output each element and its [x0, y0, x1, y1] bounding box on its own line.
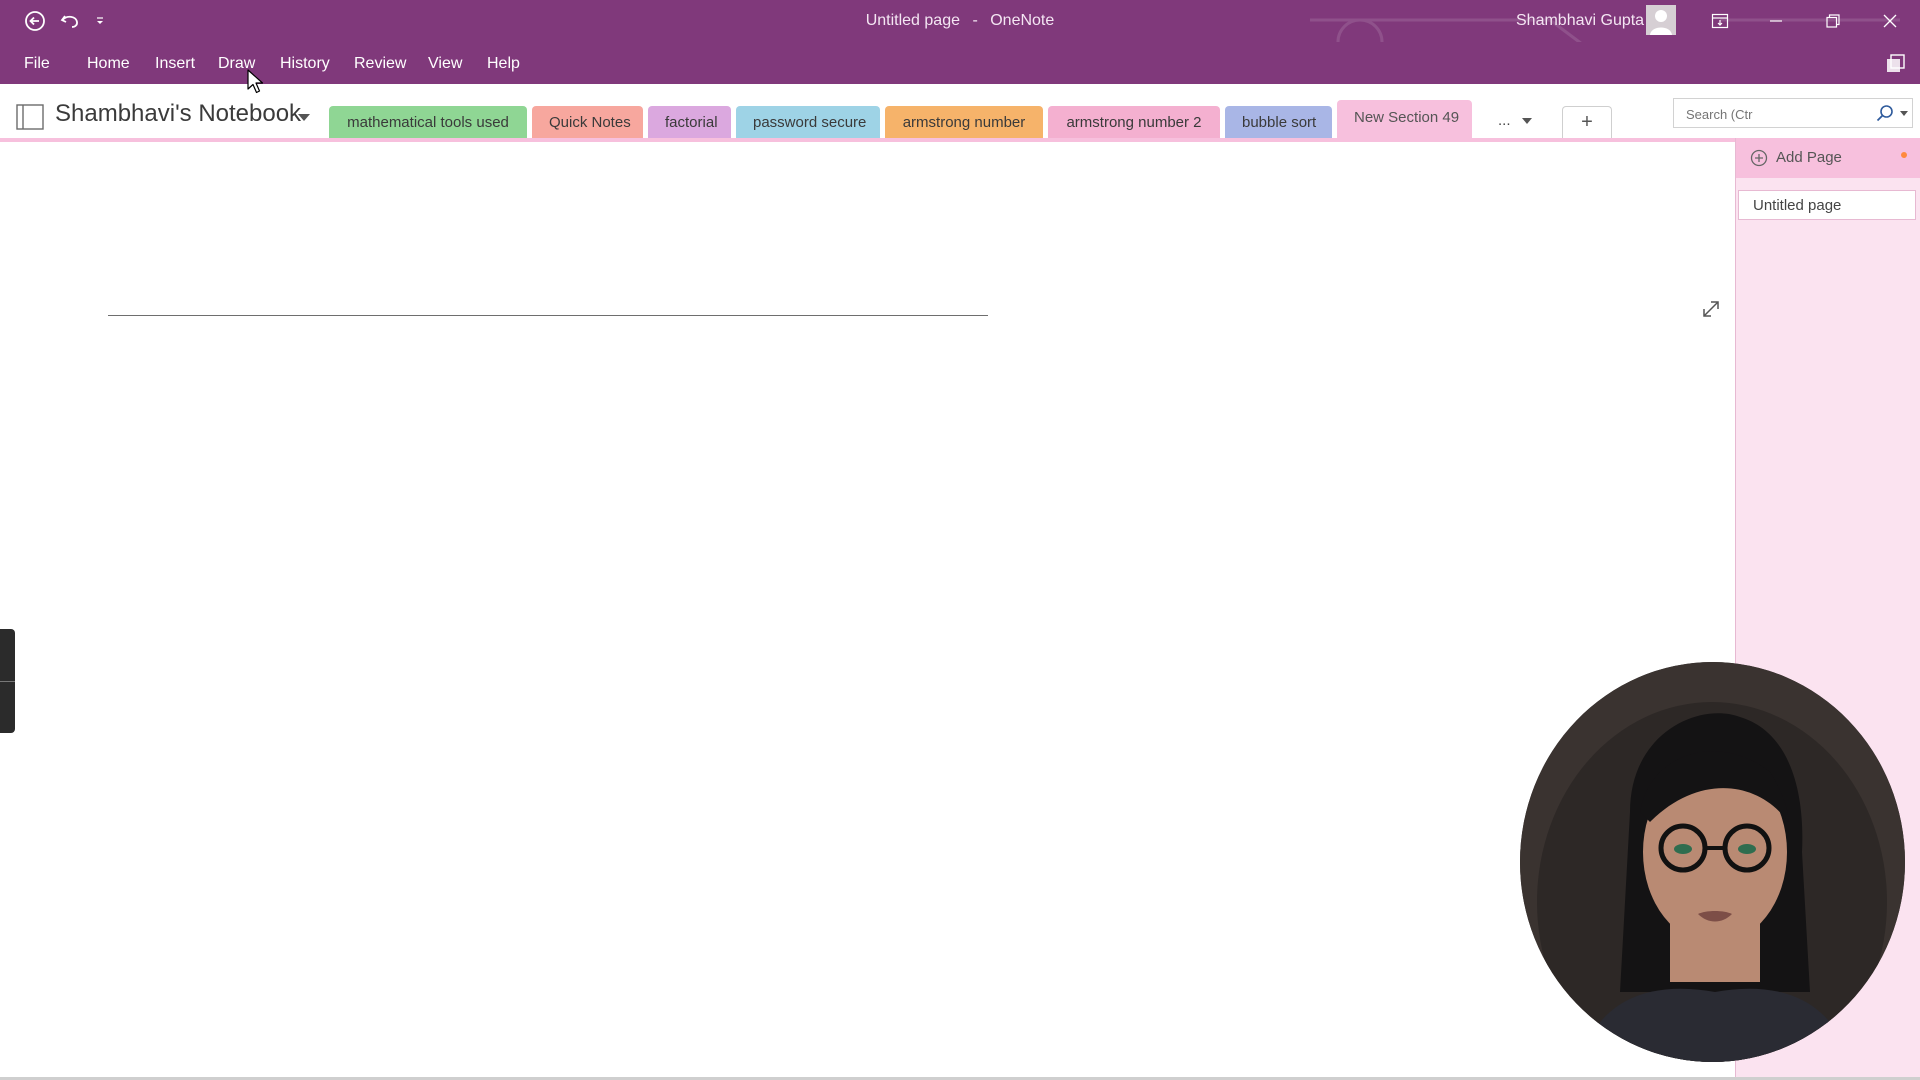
close-icon — [1883, 14, 1897, 28]
section-bar: Shambhavi's Notebook mathematical tools … — [0, 84, 1920, 138]
full-page-view-icon[interactable] — [1884, 52, 1908, 76]
search-box — [1673, 98, 1913, 128]
app-name: OneNote — [990, 12, 1055, 29]
menu-insert[interactable]: Insert — [155, 42, 195, 84]
title-bar: Untitled page - OneNote Shambhavi Gupta — [0, 0, 1920, 102]
ribbon-display-icon — [1711, 13, 1729, 29]
add-page-label: Add Page — [1776, 149, 1842, 166]
add-page-plus-icon — [1750, 149, 1768, 167]
section-tab[interactable]: factorial — [648, 106, 731, 138]
more-sections-caret-icon[interactable] — [1522, 118, 1532, 124]
menu-file[interactable]: File — [24, 42, 50, 84]
search-scope-dropdown-icon[interactable] — [1900, 111, 1908, 116]
minimize-button[interactable] — [1748, 0, 1804, 42]
handle-divider — [0, 681, 15, 682]
notebook-dropdown-icon[interactable] — [298, 114, 310, 121]
page-canvas[interactable] — [0, 142, 1735, 1080]
minimize-icon — [1770, 20, 1782, 22]
more-sections-button[interactable]: ... — [1498, 112, 1511, 129]
menu-home[interactable]: Home — [87, 42, 130, 84]
page-list-item[interactable]: Untitled page — [1738, 190, 1916, 220]
expand-icon[interactable] — [1700, 298, 1722, 320]
close-button[interactable] — [1862, 0, 1918, 42]
menu-draw[interactable]: Draw — [218, 42, 255, 84]
ribbon-display-options-button[interactable] — [1692, 0, 1748, 42]
page-title: Untitled page — [865, 12, 960, 29]
presenter-video-image — [1520, 662, 1905, 1062]
search-input[interactable] — [1684, 103, 1868, 125]
section-tab[interactable]: Quick Notes — [532, 106, 643, 138]
user-avatar-icon — [1646, 5, 1676, 35]
section-tab[interactable]: armstrong number — [885, 106, 1043, 138]
webcam-overlay — [1520, 662, 1905, 1062]
menu-review[interactable]: Review — [354, 42, 406, 84]
restore-button[interactable] — [1805, 0, 1861, 42]
user-name[interactable]: Shambhavi Gupta — [1516, 0, 1644, 42]
ribbon-menu-bar: File Home Insert Draw History Review Vie… — [0, 42, 1920, 84]
menu-history[interactable]: History — [280, 42, 330, 84]
notebook-icon[interactable] — [16, 104, 44, 130]
section-tab[interactable]: mathematical tools used — [329, 106, 527, 138]
page-list-item-label: Untitled page — [1753, 197, 1842, 214]
title-separator: - — [972, 12, 978, 29]
restore-icon — [1826, 14, 1840, 28]
section-tab[interactable]: armstrong number 2 — [1048, 106, 1220, 138]
page-title-underline — [108, 315, 988, 316]
side-panel-handle[interactable] — [0, 629, 15, 733]
search-icon[interactable] — [1876, 104, 1894, 122]
menu-help[interactable]: Help — [487, 42, 520, 84]
avatar[interactable] — [1646, 5, 1676, 35]
notebook-name[interactable]: Shambhavi's Notebook — [55, 100, 301, 128]
add-page-button[interactable]: Add Page — [1736, 138, 1920, 178]
add-section-button[interactable]: + — [1562, 106, 1612, 138]
section-tab-active[interactable]: New Section 49 — [1337, 100, 1472, 138]
section-tab[interactable]: password secure — [736, 106, 880, 138]
notification-dot-icon — [1901, 152, 1907, 158]
menu-view[interactable]: View — [428, 42, 462, 84]
section-tab[interactable]: bubble sort — [1225, 106, 1332, 138]
